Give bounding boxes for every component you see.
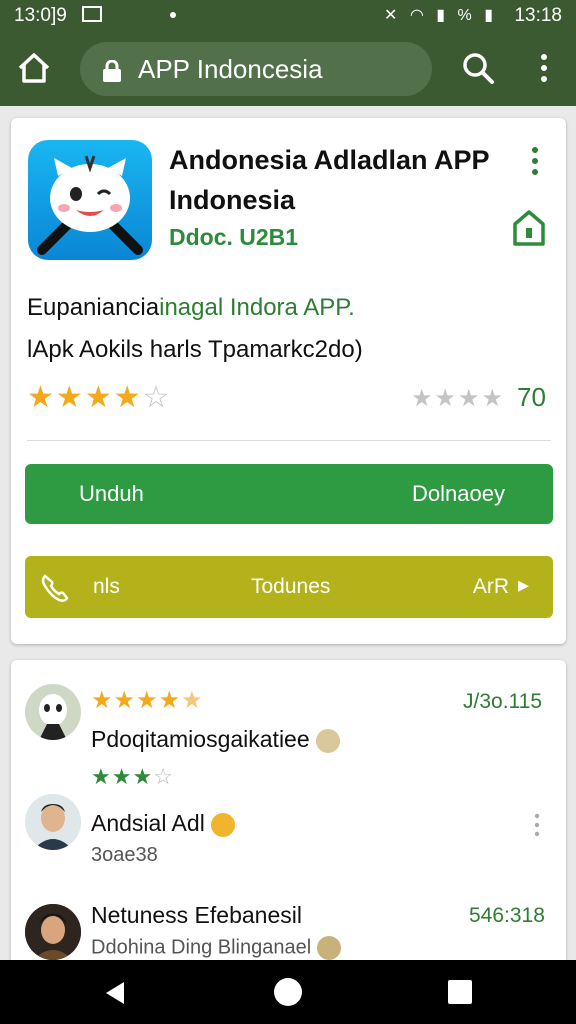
rating-count: 70: [517, 382, 546, 412]
star-half-icon: ★: [181, 687, 204, 714]
star-icon: ★: [158, 687, 182, 714]
rating-stars-grey: ★★★★: [411, 384, 505, 413]
recent-apps-icon[interactable]: [448, 980, 472, 1004]
reviewer-subtext: Ddohina Ding Blinganael: [91, 936, 342, 960]
secondary-action-button[interactable]: nls Todunes ArR ▸: [25, 556, 553, 618]
download-secondary-label: Dolnaoey: [412, 481, 505, 506]
back-icon[interactable]: [102, 980, 128, 1011]
status-bar: 13:0]9 ✕ ◠ ▮ % ▮ 13:18: [0, 0, 576, 30]
description-text: Eupaniancia: [27, 294, 160, 321]
signal-icon: ▮: [436, 7, 450, 24]
star-empty-icon: ☆: [153, 764, 174, 789]
reviewer-subtext-text: Ddohina Ding Blinganael: [91, 936, 312, 959]
phone-icon: [39, 572, 69, 602]
more-options-icon[interactable]: [526, 48, 562, 88]
mute-icon: ✕: [384, 7, 402, 24]
status-icons: ✕ ◠ ▮ % ▮: [384, 5, 497, 25]
star-icon: ★: [27, 381, 56, 414]
app-title: Andonesia Adladlan APP Indonesia: [169, 145, 490, 215]
yellow-right-label: ArR: [472, 575, 509, 598]
description-highlight: inagal Indora APP.: [159, 294, 355, 321]
add-to-home-icon[interactable]: [511, 208, 547, 248]
app-description-line2: lApk Aokils harls Tpamarkc2do): [27, 336, 363, 363]
url-text: APP Indoncesia: [138, 54, 323, 84]
reviewer-subtext: 3oae38: [91, 844, 158, 866]
star-rating: ★★★★☆: [27, 380, 172, 415]
star-icon: ★: [111, 764, 133, 789]
home-icon[interactable]: [14, 48, 54, 88]
app-card: Andonesia Adladlan APP Indonesia Ddoc. U…: [11, 118, 566, 644]
star-empty-icon: ☆: [142, 381, 172, 414]
lock-icon: [102, 59, 122, 82]
star-icon: ★: [481, 385, 506, 412]
browser-toolbar: APP Indoncesia: [0, 30, 576, 106]
reviewer-name: Netuness Efebanesil: [91, 902, 302, 928]
emoji-icon: [317, 936, 342, 960]
url-bar[interactable]: APP Indoncesia: [80, 42, 432, 96]
review-menu-icon[interactable]: [529, 812, 545, 838]
star-icon: ★: [132, 764, 154, 789]
review-title: Pdoqitamiosgaikatiee: [91, 726, 340, 753]
divider: [27, 440, 551, 441]
yellow-center-label: Todunes: [251, 575, 331, 598]
battery-label: %: [457, 7, 476, 24]
star-icon: ★: [113, 687, 137, 714]
search-icon[interactable]: [458, 48, 498, 88]
star-icon: ★: [55, 381, 85, 414]
yellow-left-label: nls: [93, 575, 120, 598]
battery-icon: ▮: [484, 7, 498, 24]
navigation-bar: [0, 960, 576, 1024]
avatar[interactable]: [25, 904, 81, 960]
review-title-text: Pdoqitamiosgaikatiee: [91, 726, 310, 752]
emoji-icon: [210, 812, 235, 837]
reviewer-name-text: Andsial Adl: [91, 810, 205, 836]
review-sub-rating: ★★★☆: [91, 764, 174, 790]
avatar[interactable]: [25, 794, 81, 850]
download-button[interactable]: Unduh Dolnaoey: [25, 464, 553, 524]
download-label: Unduh: [79, 481, 144, 506]
star-half-icon: ★: [113, 381, 143, 414]
reviewer-name: Andsial Adl: [91, 810, 235, 837]
reviews-card: ★★★★★ J/3o.115 Pdoqitamiosgaikatiee ★★★☆…: [11, 660, 566, 980]
emoji-icon: [315, 728, 340, 753]
app-menu-icon[interactable]: [523, 144, 547, 178]
star-icon: ★: [434, 385, 459, 412]
star-icon: ★: [91, 687, 114, 714]
chevron-right-icon: ▸: [517, 572, 529, 597]
status-time-right: 13:18: [514, 5, 562, 26]
review-rating: ★★★★★: [91, 686, 204, 715]
star-icon: ★: [136, 687, 159, 714]
review-date: J/3o.115: [463, 690, 543, 713]
review-date: 546:318: [469, 904, 545, 927]
star-icon: ★: [458, 385, 482, 412]
app-icon[interactable]: [28, 140, 152, 260]
notification-dot-icon: [170, 12, 176, 18]
star-icon: ★: [411, 385, 435, 412]
developer-name[interactable]: Ddoc. U2B1: [169, 224, 298, 251]
home-nav-icon[interactable]: [274, 978, 302, 1006]
avatar[interactable]: [25, 684, 81, 740]
app-description-line1: Eupanianciainagal Indora APP.: [27, 294, 355, 322]
star-icon: ★: [84, 381, 114, 414]
wifi-icon: ◠: [409, 7, 428, 24]
status-time-left: 13:0]9: [14, 5, 67, 26]
mail-icon: [82, 6, 102, 22]
star-icon: ★: [91, 764, 112, 789]
